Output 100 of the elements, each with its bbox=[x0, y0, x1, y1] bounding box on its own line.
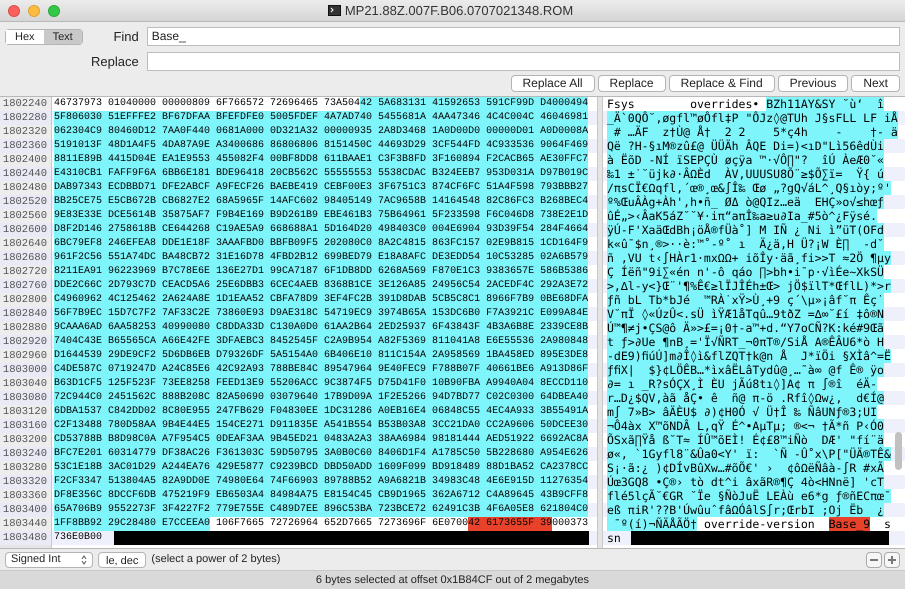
ascii-text: ¬Ô4àx X™õNDÂ L,qŸ É^•AµTµ; ®<¬ †Ã*ñ P‹Ó0 bbox=[607, 419, 884, 433]
close-button[interactable] bbox=[8, 4, 20, 16]
ascii-text: >,∆l-y<}Œ¨'¶%Ê€≥lÏJÎÉh±Œ> jÖ$ïlT*ŒflL)*>r bbox=[607, 279, 891, 293]
offset-label: 1802280 bbox=[2, 111, 47, 125]
ascii-text: ø«, `1Gyfl8¨&Ûa0<Y' ï: `Ñ -Û˚x\P["ÜÄ®TÊ& bbox=[607, 447, 891, 461]
hex-text: DF8E356C 8DCCF6DB 475219F9 EB6503A4 84984A75 E8154C45 CB9D1965 362A6712 C4A89645 43B9CFF8 bbox=[54, 489, 588, 503]
ascii-text: ƒñ bL Tb*bJé ™RÀ˙xŸ>Ù¸+9 ç´\µ»¡âf˘π Êç˙ bbox=[607, 293, 884, 307]
find-panel-button[interactable]: Replace bbox=[598, 75, 666, 92]
find-panel-button[interactable]: Previous bbox=[778, 75, 848, 92]
hex-text: 7404C43E B65565CA A66E42FE 3DFAEBC3 8452545F C2A9B954 A82F5369 811041A8 E6E55536 2A980848 bbox=[54, 335, 588, 349]
offset-label: 1803320 bbox=[2, 475, 47, 489]
find-field[interactable]: Base_ bbox=[146, 27, 900, 46]
hex-text: 56F7B9EC 15D7C7F2 7AF33C2E 73860E93 D9AE318C 54719EC9 3974B65A 153DC6B0 F7A3921C E099A84E bbox=[54, 307, 588, 321]
offset-label: 1802680 bbox=[2, 251, 47, 265]
ascii-text: Fsys overrides• bbox=[607, 97, 760, 111]
status-text: 6 bytes selected at offset 0x1B84CF out of 2 megabytes bbox=[316, 572, 590, 588]
hint-text: (select a power of 2 bytes) bbox=[151, 552, 282, 568]
hex-text: E4310CB1 FAFF9F6A 6BB6E181 BDE96418 20CB562C 55555553 5538CDAC B324EEB7 953D031A D97B019C bbox=[54, 167, 588, 181]
offset-label: 1802880 bbox=[2, 321, 47, 335]
ascii-text: m∫ 7»B> âÄÈU$ ∂)¢H0Ó √ Ü†Î ‰ ÑâUNƒ®3;UI bbox=[607, 405, 878, 419]
offset-label: 1803480 bbox=[2, 531, 47, 545]
hex-text: 42 6173655F 39 bbox=[468, 517, 552, 531]
format-button[interactable]: le, dec bbox=[98, 552, 146, 568]
scrollbar-thumb[interactable] bbox=[895, 432, 902, 470]
ascii-text: # …ÄF z†Ù@ Å† 2 2 5*ç4h - †- ä bbox=[607, 125, 898, 139]
hex-text: DDE2C66C 2D793C7D CEACD5A6 25E6DBB3 6CEC4AEB 8368B1CE 3E126A85 24956C54 2ACEDF4C 292A3E72 bbox=[54, 279, 588, 293]
window-title: MP21.88Z.007F.B06.0707021348.ROM bbox=[344, 2, 574, 20]
find-label: Find bbox=[112, 28, 139, 46]
ascii-text: Ç Íëñ"9i∑«én n'-ô qáo ∏>bh•i¯p·√ìÉe~XkSÜ bbox=[607, 265, 884, 279]
ascii-text: Ú™¶≠j•ÇS@ô Ä»>£=¡0†-a™+d.“Y7oCÑ?K:ké#9Œã bbox=[607, 321, 884, 335]
hex-text: 1FF8BB92 29C28480 E7CCEEA0 bbox=[54, 517, 210, 531]
offset-label: 1803240 bbox=[2, 447, 47, 461]
offset-label: 1803440 bbox=[2, 517, 47, 531]
hex-text: 9E83E33E DCE5614B 35875AF7 F9B4E169 B9D261B9 EBE461B3 75B64961 5F233598 F6C046D8 738E2E1D bbox=[54, 209, 588, 223]
hex-text: 736E0B00 bbox=[54, 531, 102, 545]
ascii-text: s bbox=[882, 517, 891, 531]
hex-text: CD53788B B8D98C0A A7F954C5 0DEAF3AA 9B45ED21 0483A2A3 38AA6984 98181444 AED51922 6692AC8A bbox=[54, 433, 588, 447]
hex-text: D8F2D146 2758618B CE644268 C19AE5A9 668688A1 5D164D20 498403C0 004E6904 93D39F54 284F4664 bbox=[54, 223, 588, 237]
hex-text: 8211EA91 96223969 B7C78E6E 136E27D1 99CA7187 6F1DB8DD 6268A569 F870E1C3 9383657E 586B5386 bbox=[54, 265, 588, 279]
find-panel-button[interactable]: Next bbox=[851, 75, 900, 92]
ascii-text: override-version bbox=[702, 517, 816, 531]
ascii-text: /πsCÏ€Ωqfl,´œ®¸œ&∫Î‰ Œø „?gQ√áL^¸Q§ıòy;º' bbox=[607, 181, 891, 195]
ascii-text: S¡·ã:¿ )¢DÍvBûXw…#õÕ€' › ¢ôΩëÑâà-∫R #xÃ bbox=[607, 461, 884, 475]
minus-button[interactable] bbox=[866, 552, 882, 568]
hex-text: 5191013F 48D1A4F5 4DA87A9E A3400686 86806806 8151450C 44693D29 3CF544FD 4C933536 9064F469 bbox=[54, 139, 588, 153]
offset-label: 1803080 bbox=[2, 391, 47, 405]
offset-label: 1802480 bbox=[2, 181, 47, 195]
ascii-text: ‰1 ±˙˘üjk∂·ÂΩÈd ÀV,UUUSU8Õ¨≥$Õ∑ï= Ÿ{ ú bbox=[607, 167, 884, 181]
mode-tab[interactable]: Text bbox=[44, 30, 82, 44]
hex-text: C4960962 4C125462 2A624A8E 1D1EAA52 CBFA78D9 3EF4FC2B 391D8DAB 5CB5C8C1 8966F7B9 0BE68DFA bbox=[54, 293, 588, 307]
find-panel-button[interactable]: Replace All bbox=[510, 75, 595, 92]
hex-text: 961F2C56 551A74DC BA48CB72 31E16D78 4FBD2B12 699BED79 E18A8AFC DE3EDD54 10C53285 02A6B579 bbox=[54, 251, 588, 265]
minimize-button[interactable] bbox=[28, 4, 40, 16]
offset-label: 1803200 bbox=[2, 433, 47, 447]
offset-label: 1802640 bbox=[2, 237, 47, 251]
replace-label: Replace bbox=[90, 52, 139, 71]
ascii-text: sn bbox=[607, 531, 621, 545]
plus-button[interactable] bbox=[884, 552, 900, 568]
offset-label: 1802800 bbox=[2, 293, 47, 307]
ascii-text: -dE9)ﬁúÚ]m∂Î◊ì&flZQT†k@n Å J*ïÖi §XÌâ^=Ë bbox=[607, 349, 891, 363]
hex-text: 46737973 01040000 00000809 6F766572 72696465 73A504 bbox=[54, 97, 360, 111]
offset-label: 1802400 bbox=[2, 153, 47, 167]
find-panel-button[interactable]: Replace & Find bbox=[668, 75, 775, 92]
hex-text: 72C944C0 2451562C 888B208C 82A50690 03079640 17B9D09A 1F2E5266 94D7BD77 C02C0300 64DBEA40 bbox=[54, 391, 588, 405]
hex-text: 000373 bbox=[552, 517, 588, 531]
offset-label: 1802240 bbox=[2, 97, 47, 111]
ascii-text: k«û¯$n¸®>··è:™˚-º˚ ı Ä¿ä,H Ü?¡W È∏ -d˘ bbox=[607, 237, 884, 251]
ascii-text: Që ?H-§ıM®zû£@ ÜÜÄh ÂQE Di=)<ıD"Lì56êdÙi bbox=[607, 139, 884, 153]
offset-label: 1802440 bbox=[2, 167, 47, 181]
hex-text: BFC7E201 60314779 DF38AC26 F361303C 59D50795 3A0B0C60 8406D1F4 A1785C50 5B228680 A954E626 bbox=[54, 447, 588, 461]
hex-text: DAB97343 ECDBBD71 DFE2ABCF A9FECF26 BAEBE419 CEBF00E3 3F6751C3 874CF6FC 51A4F598 793BBB27 bbox=[54, 181, 588, 195]
offset-label: 1802920 bbox=[2, 335, 47, 349]
ascii-text: ñ ,VU t‹∫HÀr1·mxΩΩ+ iõÎy·äã¸fi>>T ≈2Ö ¶µy bbox=[607, 251, 891, 265]
ascii-text: à ËõD -NÍ ïSEPÇÙ øçÿa ™·√Ô∏"? îÚ ÀeÆ0˘« bbox=[607, 153, 884, 167]
ascii-text: _Ä`0QÔ˘,øgfl™øÔfl‡P "ÔJz◊@TUh J§sFLL LF iÅ bbox=[607, 111, 898, 125]
hex-text: 062304C9 80460D12 7AA0F440 0681A000 0D321A32 00000935 2A8D3468 1A0D00D0 00000D01 A0D0008A bbox=[54, 125, 588, 139]
hex-text: 5F806030 51EFFFE2 BF67DFAA BFEFDFE0 5005FDEF 4A7AD740 5455681A 4AA47346 4C4C004C 46046981 bbox=[54, 111, 588, 125]
ascii-text: r…D¿$QV,àã åÇ• ê ñ@ π-ö .Rfî◊Ωw¿, d€Í@ bbox=[607, 391, 884, 405]
offset-label: 1802560 bbox=[2, 209, 47, 223]
hex-text: BB25CE75 E5CB672B CB6827E2 68A5965F 14AFC602 98405149 7AC9658B 14164548 82C86FC3 B268BEC4 bbox=[54, 195, 588, 209]
replace-field[interactable] bbox=[146, 52, 900, 71]
ascii-text: ¯º(í)¬ÑÄÅÃÖ† bbox=[607, 517, 698, 531]
ascii-text: ûÉ„>‹ÂaK5áZ˘˘¥·iπ“aπÎ‰a≥u∂Ia_#5ò^¿Fÿsé. bbox=[607, 209, 878, 223]
offset-label: 1802960 bbox=[2, 349, 47, 363]
type-dropdown[interactable]: Signed Int bbox=[5, 552, 93, 568]
offset-label: 1802720 bbox=[2, 265, 47, 279]
ascii-text: ∂= ı _R?sÓÇX¸Ì ÈU jÃú8tı◊]A¢ π ∫®î éÄ- bbox=[607, 377, 878, 391]
hex-text: C4DE587C 0719247D A24C85E6 42C92A93 788BE84C 89547964 9E40FEC9 F788B07F 40661BE6 A913D86F bbox=[54, 363, 588, 377]
offset-label: 1802760 bbox=[2, 279, 47, 293]
hex-text: D1644539 29DE9CF2 5D6DB6EB D79326DF 5A5154A0 6B406E10 811C154A 2A958569 1BA458ED 895E3DE8 bbox=[54, 349, 588, 363]
minus-icon bbox=[870, 558, 878, 560]
zoom-button[interactable] bbox=[48, 4, 60, 16]
offset-label: 1803280 bbox=[2, 461, 47, 475]
hex-text: 8811E89B 4415D04E EA1E9553 455082F4 00BF8DD8 611BAAE1 C3F3B8FD 3F160894 F2CACB65 AE30FFC7 bbox=[54, 153, 588, 167]
ascii-text: V˘πÏ ◊«ÚzÛ<.sÜ ìŸÆ1åTqû…9tðZ =∆∞˘£í ‡ô®N bbox=[607, 307, 884, 321]
hex-text: C2F13488 780D58AA 9B4E44E5 154CE271 D911835E A541B554 B53B03A8 3CC21DA0 CC2A9606 50DCEE30 bbox=[54, 419, 588, 433]
hex-text: 9CAAA6AD 6AA58253 40990080 C8DDA33D C130A0D0 61AA2B64 2ED25937 6F43843F 4B3A6B8E 2339CE8B bbox=[54, 321, 588, 335]
terminal-icon bbox=[328, 5, 341, 16]
hex-text: B63D1CF5 125F523F 73EE8258 FEED13E9 55206ACC 9C3874F5 D75D41F0 10B90FBA A9940A04 8ECCD110 bbox=[54, 377, 588, 391]
hex-text: 53C1E18B 3AC01D29 A244EA76 429E5877 C9239BCD DBD50ADD 1609F099 BD918489 88D1BA52 CA2378CC bbox=[54, 461, 588, 475]
